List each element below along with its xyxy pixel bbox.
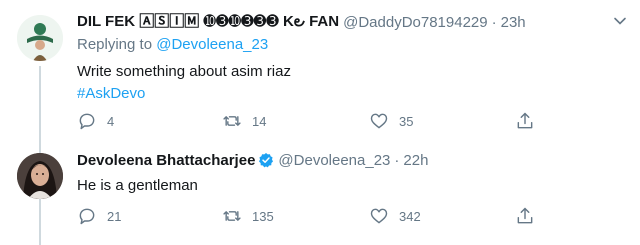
reply-count: 21: [107, 208, 122, 224]
like-count: 342: [399, 208, 421, 224]
user-handle[interactable]: @DaddyDo78194229: [343, 14, 488, 31]
reply-icon: [79, 208, 95, 225]
share-button[interactable]: [515, 111, 535, 131]
display-name[interactable]: Devoleena Bhattacharjee: [77, 152, 255, 169]
tweet-header: Devoleena Bhattacharjee @Devoleena_23 · …: [77, 149, 630, 171]
reply-button[interactable]: 4: [77, 111, 114, 131]
tweet-header: DIL FEK 🄰🅂🄸🄼 ➓➌➓➌➌➌ K౿ FAN @DaddyDo78194…: [77, 11, 630, 33]
chevron-down-icon[interactable]: [610, 11, 630, 31]
tweet-time[interactable]: 22h: [403, 152, 428, 169]
share-button[interactable]: [515, 206, 535, 226]
retweet-icon: [223, 211, 241, 221]
share-icon: [517, 207, 533, 224]
user-handle[interactable]: @Devoleena_23: [278, 152, 390, 169]
avatar[interactable]: [17, 153, 63, 199]
tweet-text: Write something about asim riaz #AskDevo: [77, 61, 630, 105]
tweet-text: He is a gentleman: [77, 177, 198, 194]
share-icon: [517, 112, 533, 129]
display-name[interactable]: DIL FEK 🄰🅂🄸🄼 ➓➌➓➌➌➌ K౿ FAN: [77, 10, 339, 34]
verified-badge-icon: [258, 152, 274, 168]
tweet-actions: 4 14 35: [77, 111, 547, 131]
hashtag-link[interactable]: #AskDevo: [77, 83, 630, 105]
replying-handle-link[interactable]: @Devoleena_23: [156, 36, 268, 53]
reply-button[interactable]: 21: [77, 206, 121, 226]
tweet[interactable]: ~ DIL FEK 🄰🅂🄸🄼 ➓➌➓➌➌➌ K౿ FAN @DaddyDo781…: [0, 0, 640, 245]
avatar[interactable]: ~: [17, 15, 63, 61]
replying-to: Replying to @Devoleena_23: [77, 36, 630, 56]
like-button[interactable]: 342: [369, 206, 421, 226]
svg-text:~: ~: [38, 54, 42, 60]
separator-dot: ·: [491, 13, 497, 31]
retweet-count: 135: [252, 208, 274, 224]
like-button[interactable]: 35: [369, 111, 413, 131]
reply-count: 4: [107, 113, 115, 129]
replying-prefix: Replying to: [77, 36, 153, 53]
tweet-text-body: Write something about asim riaz: [77, 63, 291, 80]
retweet-button[interactable]: 135: [222, 206, 274, 226]
tweet[interactable]: Devoleena Bhattacharjee @Devoleena_23 · …: [0, 143, 640, 245]
like-icon: [370, 208, 388, 224]
tweet-actions: 21 135 342: [77, 206, 547, 226]
tweet-time[interactable]: 23h: [501, 14, 526, 31]
retweet-count: 14: [252, 113, 267, 129]
retweet-icon: [223, 116, 241, 126]
separator-dot: ·: [394, 151, 400, 169]
reply-icon: [79, 113, 95, 130]
like-count: 35: [399, 113, 414, 129]
retweet-button[interactable]: 14: [222, 111, 266, 131]
like-icon: [370, 113, 388, 129]
